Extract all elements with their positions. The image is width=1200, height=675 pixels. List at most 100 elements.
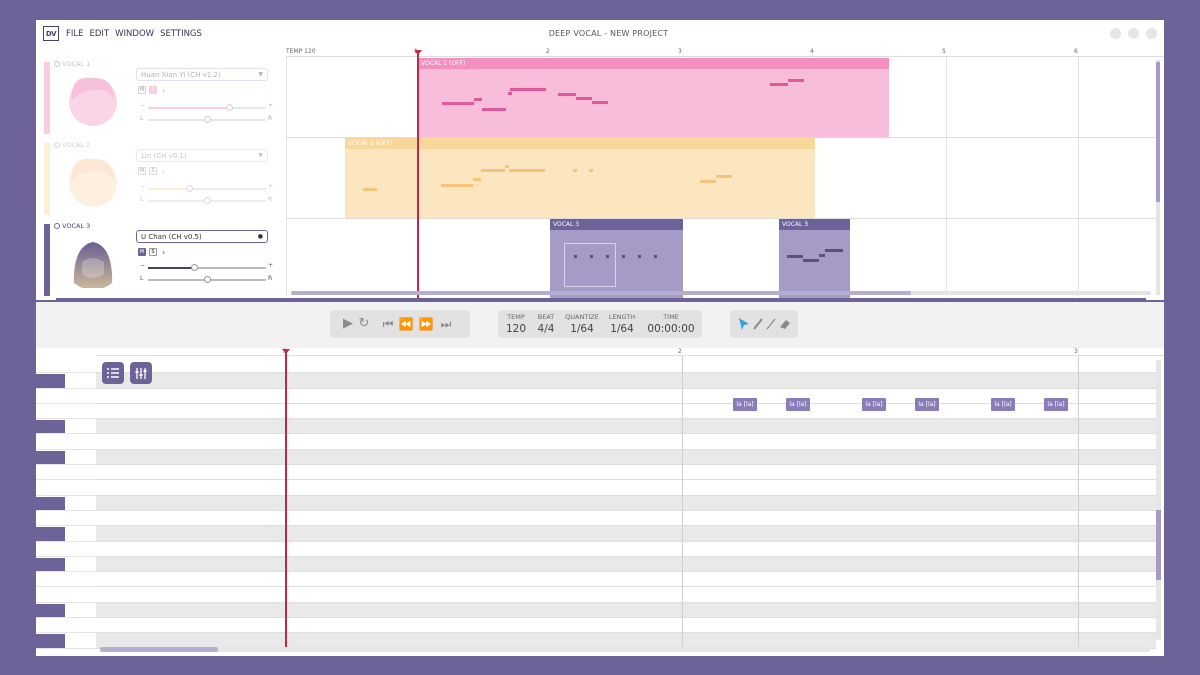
white-key[interactable]	[36, 572, 96, 588]
note-bar[interactable]	[442, 102, 474, 105]
volume-slider[interactable]	[148, 264, 266, 271]
white-key[interactable]	[36, 358, 96, 374]
skip-start-icon[interactable]: ⏮	[380, 316, 396, 332]
scroll-thumb[interactable]	[1156, 62, 1160, 202]
track-header-vocal-1[interactable]: VOCAL 1 Huan Xian Yi (CH v1.2) ▼ M S › − …	[44, 58, 284, 138]
note-bar[interactable]	[576, 97, 592, 100]
grid-row[interactable]	[96, 511, 1156, 527]
white-key[interactable]	[36, 541, 96, 557]
black-key[interactable]	[36, 633, 96, 649]
horizontal-scrollbar[interactable]	[291, 291, 1151, 295]
playhead-marker-icon[interactable]	[414, 50, 422, 55]
grid-row[interactable]	[96, 572, 1156, 588]
mute-button[interactable]: M	[138, 167, 146, 175]
voice-select[interactable]: U Chan (CH v0.5) ●	[136, 230, 268, 243]
line-tool-icon[interactable]	[765, 317, 777, 331]
white-key[interactable]	[36, 434, 96, 450]
loop-icon[interactable]: ↻	[356, 316, 372, 332]
note-bar[interactable]	[505, 165, 509, 168]
record-arm-toggle[interactable]	[54, 142, 60, 148]
vocal-3-region[interactable]: VOCAL 3	[779, 219, 850, 298]
voice-select[interactable]: Huan Xian Yi (CH v1.2) ▼	[136, 68, 268, 81]
volume-slider[interactable]	[148, 185, 266, 192]
length-display[interactable]: LENGTH 1/64	[606, 313, 638, 335]
white-key[interactable]	[36, 511, 96, 527]
piano-roll[interactable]: 1 2 3 la [la] la [la] la [la] la [la] la…	[36, 348, 1164, 656]
vertical-scrollbar[interactable]	[1156, 360, 1161, 640]
vocal-3-region[interactable]: VOCAL 3	[550, 219, 683, 298]
black-key[interactable]	[36, 495, 96, 511]
track-header-vocal-2[interactable]: VOCAL 2 Lin (CH v0.1) ▼ M S › − + L R	[44, 139, 284, 219]
note-bar[interactable]	[441, 184, 473, 187]
voice-select[interactable]: Lin (CH v0.1) ▼	[136, 149, 268, 162]
note-bar[interactable]	[510, 88, 546, 91]
note-bar[interactable]	[589, 169, 593, 172]
grid-row[interactable]	[96, 419, 1156, 435]
pan-slider[interactable]	[148, 276, 266, 283]
grid-row[interactable]	[96, 618, 1156, 634]
record-arm-toggle[interactable]	[54, 61, 60, 67]
black-key[interactable]	[36, 556, 96, 573]
black-key[interactable]	[36, 526, 96, 542]
grid-row[interactable]	[96, 602, 1156, 619]
mixer-button[interactable]	[130, 362, 152, 384]
note-bar[interactable]	[473, 178, 481, 181]
playhead[interactable]	[417, 50, 419, 300]
note-block[interactable]: la [la]	[1044, 398, 1068, 411]
note-bar[interactable]	[700, 180, 716, 183]
grid-row[interactable]	[96, 556, 1156, 573]
tempo-display[interactable]: TEMP 120	[504, 313, 528, 335]
pan-slider[interactable]	[148, 116, 266, 123]
grid-row[interactable]	[96, 373, 1156, 389]
vocal-1-region[interactable]: VOCAL 1 (OFF)	[418, 58, 889, 137]
black-key[interactable]	[36, 602, 96, 619]
note-bar[interactable]	[638, 255, 641, 258]
grid-row[interactable]	[96, 434, 1156, 450]
note-bar[interactable]	[574, 255, 577, 258]
note-bar[interactable]	[716, 175, 732, 178]
list-view-button[interactable]	[102, 362, 124, 384]
note-bar[interactable]	[819, 254, 825, 257]
vertical-scrollbar[interactable]	[1156, 60, 1160, 295]
beat-display[interactable]: BEAT 4/4	[534, 313, 558, 335]
pan-slider[interactable]	[148, 197, 266, 204]
rewind-icon[interactable]: ⏪	[398, 316, 414, 332]
note-block[interactable]: la [la]	[733, 398, 757, 411]
grid-row[interactable]	[96, 495, 1156, 511]
piano-roll-ruler[interactable]: 1 2 3	[96, 348, 1164, 356]
grid-row[interactable]	[96, 541, 1156, 557]
white-key[interactable]	[36, 465, 96, 481]
vocal-2-region[interactable]: VOCAL 2 (OFF)	[345, 138, 815, 218]
note-block[interactable]: la [la]	[991, 398, 1015, 411]
horizontal-scrollbar[interactable]	[100, 647, 1150, 652]
grid-row[interactable]	[96, 587, 1156, 603]
playhead[interactable]	[285, 350, 287, 650]
close-button[interactable]	[1146, 28, 1157, 39]
pencil-tool-icon[interactable]	[752, 317, 764, 331]
scroll-thumb[interactable]	[291, 291, 911, 295]
note-bar[interactable]	[606, 255, 609, 258]
note-bar[interactable]	[770, 83, 788, 86]
note-block[interactable]: la [la]	[786, 398, 810, 411]
skip-end-icon[interactable]: ⏭	[438, 316, 454, 332]
select-tool-icon[interactable]	[738, 317, 750, 331]
note-bar[interactable]	[363, 188, 377, 191]
note-bar[interactable]	[592, 101, 608, 104]
fast-forward-icon[interactable]: ⏩	[418, 316, 434, 332]
scroll-thumb[interactable]	[1156, 510, 1161, 580]
volume-slider[interactable]	[148, 104, 266, 111]
note-bar[interactable]	[787, 255, 803, 258]
play-icon[interactable]: ▶	[340, 316, 356, 332]
scroll-thumb[interactable]	[100, 647, 218, 652]
mute-button[interactable]: M	[138, 86, 146, 94]
white-key[interactable]	[36, 388, 96, 404]
solo-button[interactable]: S	[149, 248, 157, 256]
note-bar[interactable]	[654, 255, 657, 258]
note-bar[interactable]	[481, 169, 505, 172]
maximize-button[interactable]	[1128, 28, 1139, 39]
chevron-right-icon[interactable]: ›	[162, 248, 165, 257]
grid-row[interactable]	[96, 480, 1156, 496]
track-header-vocal-3[interactable]: VOCAL 3 U Chan (CH v0.5) ● M S › − + L R	[44, 220, 284, 300]
note-bar[interactable]	[622, 255, 625, 258]
record-arm-toggle[interactable]	[54, 223, 60, 229]
